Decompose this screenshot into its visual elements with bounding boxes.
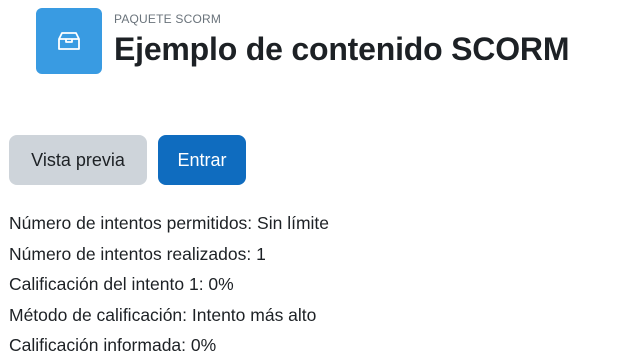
attempts-made-text: Número de intentos realizados: 1	[9, 243, 266, 264]
page-title: Ejemplo de contenido SCORM	[114, 31, 570, 67]
scorm-actions: Vista previa Entrar	[9, 135, 246, 185]
attempts-info: Número de intentos permitidos: Sin límit…	[9, 208, 329, 361]
header-text: PAQUETE SCORM Ejemplo de contenido SCORM	[114, 8, 569, 68]
attempts-allowed-text: Número de intentos permitidos: Sin límit…	[9, 213, 329, 233]
package-box-icon	[58, 32, 80, 50]
enter-button[interactable]: Entrar	[158, 135, 246, 185]
reported-grade-text: Calificación informada: 0%	[9, 335, 217, 355]
attempt-1-grade-text: Calificación del intento 1: 0%	[9, 274, 234, 294]
activity-header: PAQUETE SCORM Ejemplo de contenido SCORM	[36, 8, 569, 74]
module-type-label: PAQUETE SCORM	[114, 12, 222, 26]
scorm-module-icon-container	[36, 8, 102, 74]
preview-button[interactable]: Vista previa	[9, 135, 147, 185]
grading-method-text: Método de calificación: Intento más alto	[9, 304, 317, 325]
